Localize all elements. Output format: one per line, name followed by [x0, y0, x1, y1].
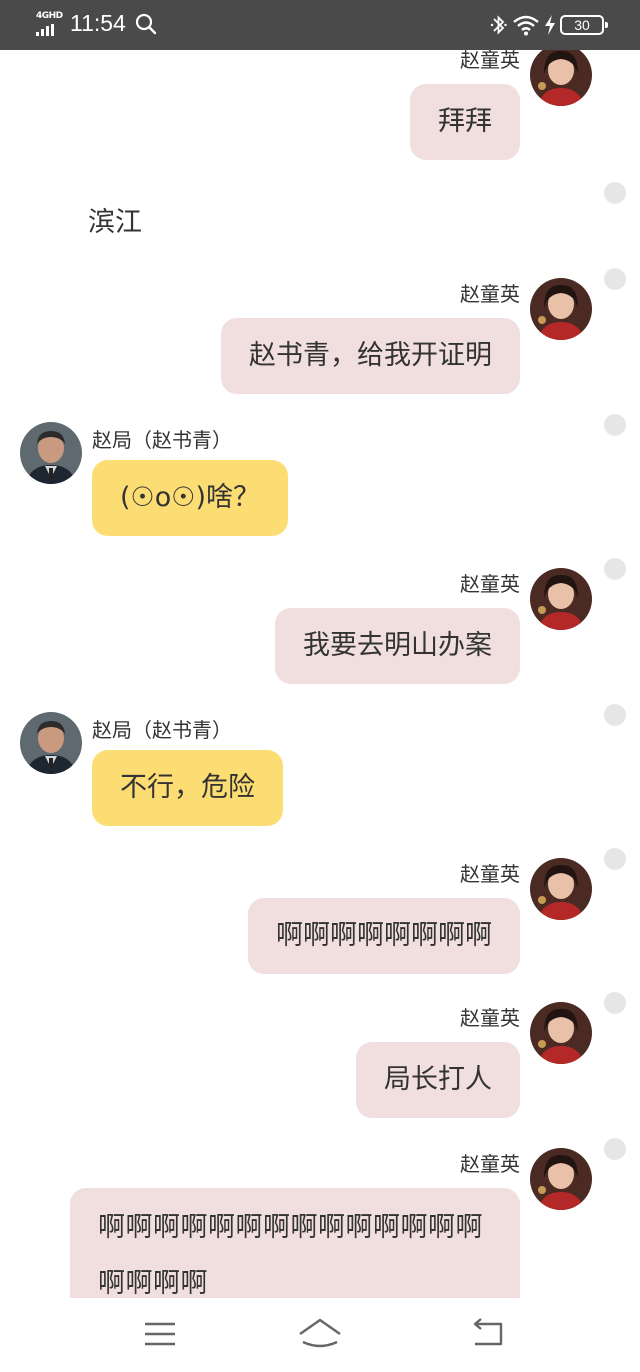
sender-name: 赵童英: [460, 50, 520, 72]
message-bubble[interactable]: 局长打人: [356, 1042, 520, 1118]
sender-name: 赵童英: [460, 1152, 520, 1176]
sender-name: 赵童英: [460, 572, 520, 596]
network-type: 4GHD: [36, 11, 63, 21]
chat-message: 赵童英 赵书青，给我开证明: [0, 268, 640, 398]
sender-name: 赵局（赵书青）: [92, 718, 232, 742]
message-bubble[interactable]: 啊啊啊啊啊啊啊啊啊啊啊啊啊啊啊啊啊啊: [70, 1188, 520, 1298]
home-icon[interactable]: [295, 1312, 345, 1356]
menu-icon[interactable]: [135, 1312, 185, 1356]
avatar[interactable]: [530, 278, 592, 340]
chat-list[interactable]: 赵童英 拜拜 滨江 赵童英 赵书青，给我开证明 赵局（赵书青） (☉o☉)啥？ …: [0, 50, 640, 1298]
message-bubble[interactable]: 赵书青，给我开证明: [221, 318, 520, 394]
battery-icon: 30: [560, 15, 608, 35]
chat-message: 赵童英 啊啊啊啊啊啊啊啊: [0, 848, 640, 978]
read-indicator: [604, 992, 626, 1014]
avatar[interactable]: [530, 858, 592, 920]
status-icons: 30: [450, 12, 610, 38]
avatar[interactable]: [20, 712, 82, 774]
avatar[interactable]: [530, 50, 592, 106]
wifi-icon: [513, 15, 539, 36]
status-bar: 4GHD 11:54 30: [0, 0, 640, 50]
chat-message: 赵童英 局长打人: [0, 992, 640, 1122]
read-indicator: [604, 848, 626, 870]
sender-name: 赵童英: [460, 862, 520, 886]
read-indicator: [604, 704, 626, 726]
message-text[interactable]: 滨江: [88, 200, 142, 239]
read-indicator: [604, 268, 626, 290]
search-icon[interactable]: [135, 13, 157, 35]
charging-icon: [545, 15, 555, 35]
sender-name: 赵童英: [460, 282, 520, 306]
chat-message: 赵童英 啊啊啊啊啊啊啊啊啊啊啊啊啊啊啊啊啊啊: [0, 1138, 640, 1298]
chat-message: 赵局（赵书青） 不行，危险: [0, 702, 640, 832]
read-indicator: [604, 558, 626, 580]
sender-name: 赵局（赵书青）: [92, 428, 232, 452]
chat-message: 赵童英 我要去明山办案: [0, 558, 640, 688]
avatar[interactable]: [530, 1148, 592, 1210]
clock: 11:54: [70, 10, 126, 36]
avatar[interactable]: [530, 1002, 592, 1064]
bluetooth-icon: [490, 15, 507, 35]
message-bubble[interactable]: 啊啊啊啊啊啊啊啊: [248, 898, 520, 974]
message-bubble[interactable]: 不行，危险: [92, 750, 283, 826]
message-bubble[interactable]: (☉o☉)啥？: [92, 460, 288, 536]
message-bubble[interactable]: 拜拜: [410, 84, 520, 160]
screen: 4GHD 11:54 30 赵童英 拜拜 滨江 赵童英 赵书青，给我开证明 赵局…: [0, 0, 640, 1372]
avatar[interactable]: [530, 568, 592, 630]
message-bubble[interactable]: 我要去明山办案: [275, 608, 520, 684]
chat-message: 滨江: [0, 178, 640, 258]
read-indicator: [604, 1138, 626, 1160]
read-indicator: [604, 182, 626, 204]
sender-name: 赵童英: [460, 1006, 520, 1030]
read-indicator: [604, 414, 626, 436]
avatar[interactable]: [20, 422, 82, 484]
navigation-bar: [0, 1298, 640, 1372]
signal-icon: 4GHD: [36, 11, 64, 36]
back-icon[interactable]: [463, 1312, 513, 1356]
chat-message: 赵童英 拜拜: [0, 50, 640, 170]
chat-message: 赵局（赵书青） (☉o☉)啥？: [0, 412, 640, 542]
